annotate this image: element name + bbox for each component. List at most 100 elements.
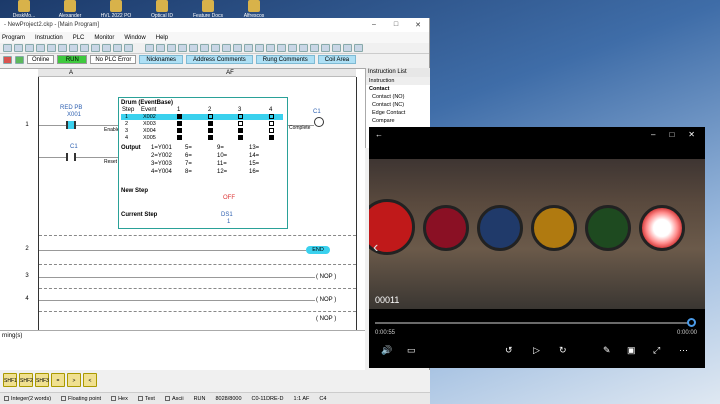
drum-step-row[interactable]: 1 X002	[121, 114, 283, 120]
toolbar-icon[interactable]	[156, 44, 165, 52]
tab-address-comments[interactable]: Address Comments	[186, 55, 253, 64]
ladder-editor[interactable]: A AF 1 2 3 4 RED PB X001 C1 Enable Reset…	[0, 68, 365, 331]
drum-output-cell[interactable]	[238, 135, 243, 140]
maximize-icon[interactable]: □	[669, 130, 674, 139]
close-icon[interactable]: ✕	[407, 21, 429, 29]
nop-instruction[interactable]: ( NOP )	[316, 297, 336, 303]
minimize-icon[interactable]: –	[363, 21, 385, 29]
toolbar-icon[interactable]	[36, 44, 45, 52]
drum-output-cell[interactable]	[177, 128, 182, 133]
drum-output-cell[interactable]	[177, 135, 182, 140]
shortcut-button[interactable]: =	[51, 373, 65, 387]
more-options-icon[interactable]: ⋯	[679, 345, 688, 356]
video-frame[interactable]	[369, 159, 705, 309]
shortcut-button[interactable]: >	[67, 373, 81, 387]
fullscreen-icon[interactable]: ⤢	[653, 345, 660, 356]
instruction-item[interactable]: Edge Contact	[366, 109, 430, 117]
shortcut-button[interactable]: SHF1	[3, 373, 17, 387]
ascii-format[interactable]: Ascii	[164, 396, 184, 402]
drum-step-row[interactable]: 2 X003	[121, 121, 283, 127]
drum-output-cell[interactable]	[208, 114, 213, 119]
toolbar-icon[interactable]	[3, 44, 12, 52]
subtitles-icon[interactable]: ▭	[407, 345, 416, 356]
close-icon[interactable]: ✕	[688, 130, 695, 139]
toolbar-icon[interactable]	[25, 44, 34, 52]
edit-pen-icon[interactable]: ✎	[603, 345, 611, 356]
skip-forward-icon[interactable]: ↻	[559, 345, 567, 356]
toolbar-icon[interactable]	[200, 44, 209, 52]
menu-plc[interactable]: PLC	[73, 35, 85, 41]
drum-output-cell[interactable]	[269, 121, 274, 126]
play-icon[interactable]: ▷	[533, 345, 540, 356]
toolbar-icon[interactable]	[277, 44, 286, 52]
toolbar-icon[interactable]	[91, 44, 100, 52]
integer-format[interactable]: Integer(2 words)	[4, 396, 51, 402]
menu-window[interactable]: Window	[124, 35, 145, 41]
drum-step-row[interactable]: 3 X004	[121, 128, 283, 134]
drum-output-cell[interactable]	[269, 114, 274, 119]
contact-c1[interactable]	[66, 153, 76, 161]
minimize-icon[interactable]: –	[651, 130, 655, 139]
drum-step-row[interactable]: 4 X005	[121, 135, 283, 141]
toolbar-icon[interactable]	[58, 44, 67, 52]
float-format[interactable]: Floating point	[61, 396, 101, 402]
toolbar-icon[interactable]	[14, 44, 23, 52]
hex-format[interactable]: Hex	[111, 396, 128, 402]
menu-help[interactable]: Help	[156, 35, 168, 41]
previous-chevron-icon[interactable]: ‹	[373, 239, 378, 257]
menu-monitor[interactable]: Monitor	[94, 35, 114, 41]
toolbar-icon[interactable]	[124, 44, 133, 52]
tab-rung-comments[interactable]: Rung Comments	[255, 55, 315, 64]
drum-output-cell[interactable]	[208, 128, 213, 133]
toolbar-icon[interactable]	[266, 44, 275, 52]
drum-output-cell[interactable]	[238, 121, 243, 126]
tab-nicknames[interactable]: Nicknames	[139, 55, 184, 64]
text-format[interactable]: Text	[137, 396, 155, 402]
instruction-item[interactable]: Compare	[366, 117, 430, 125]
toolbar-icon[interactable]	[288, 44, 297, 52]
toolbar-icon[interactable]	[69, 44, 78, 52]
drum-output-cell[interactable]	[208, 135, 213, 140]
toolbar-icon[interactable]	[102, 44, 111, 52]
toolbar-icon[interactable]	[255, 44, 264, 52]
drum-output-cell[interactable]	[208, 121, 213, 126]
toolbar-icon[interactable]	[222, 44, 231, 52]
toolbar-icon[interactable]	[299, 44, 308, 52]
nop-instruction[interactable]: ( NOP )	[316, 316, 336, 322]
menu-program[interactable]: Program	[2, 35, 25, 41]
toolbar-icon[interactable]	[167, 44, 176, 52]
toolbar-icon[interactable]	[211, 44, 220, 52]
instruction-tab[interactable]: Instruction	[366, 77, 430, 85]
toolbar-icon[interactable]	[80, 44, 89, 52]
shortcut-button[interactable]: <	[83, 373, 97, 387]
stop-icon[interactable]	[3, 55, 12, 64]
toolbar-icon[interactable]	[113, 44, 122, 52]
toolbar-icon[interactable]	[310, 44, 319, 52]
drum-output-cell[interactable]	[177, 121, 182, 126]
seek-bar[interactable]	[375, 322, 693, 324]
toolbar-icon[interactable]	[332, 44, 341, 52]
end-instruction[interactable]: END	[306, 246, 330, 254]
volume-icon[interactable]: 🔊	[381, 345, 392, 356]
mini-view-icon[interactable]: ▣	[627, 345, 636, 356]
drum-instruction-box[interactable]: Drum (EventBase) Step Event 1 2 3 4 1 X0…	[118, 97, 288, 229]
drum-output-cell[interactable]	[238, 114, 243, 119]
toolbar-icon[interactable]	[233, 44, 242, 52]
drum-output-cell[interactable]	[269, 128, 274, 133]
maximize-icon[interactable]: □	[385, 21, 407, 29]
shortcut-button[interactable]: SHF3	[35, 373, 49, 387]
shortcut-button[interactable]: SHF2	[19, 373, 33, 387]
toolbar-icon[interactable]	[343, 44, 352, 52]
run-icon[interactable]	[15, 55, 24, 64]
nop-instruction[interactable]: ( NOP )	[316, 274, 336, 280]
drum-output-cell[interactable]	[269, 135, 274, 140]
back-arrow-icon[interactable]: ←	[375, 130, 383, 139]
instruction-group[interactable]: Contact	[366, 85, 430, 93]
tab-coil-area[interactable]: Coil Area	[317, 55, 357, 64]
drum-output-cell[interactable]	[238, 128, 243, 133]
coil-c1[interactable]	[314, 117, 324, 127]
contact-x001[interactable]	[66, 121, 76, 129]
skip-back-icon[interactable]: ↺	[505, 345, 513, 356]
seek-thumb[interactable]	[687, 318, 696, 327]
drum-output-cell[interactable]	[177, 114, 182, 119]
